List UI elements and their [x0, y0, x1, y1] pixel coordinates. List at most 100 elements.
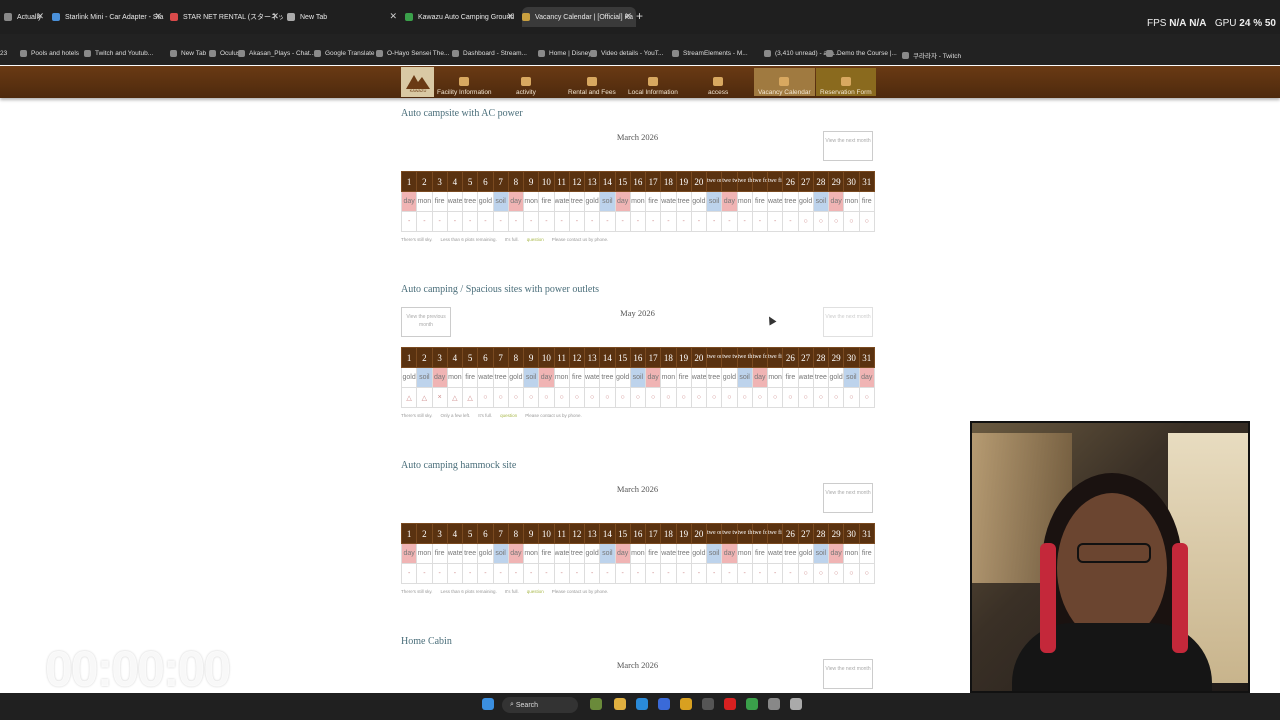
bookmark-item[interactable]: Demo the Course |...: [826, 50, 897, 57]
availability-cell[interactable]: -: [736, 211, 753, 232]
app-gray-icon[interactable]: [768, 698, 780, 710]
availability-cell[interactable]: ○: [644, 387, 662, 408]
nav-item[interactable]: Rental and Fees: [568, 68, 616, 96]
availability-cell[interactable]: ○: [629, 387, 647, 408]
nav-item[interactable]: Vacancy Calendar: [754, 68, 815, 96]
availability-cell[interactable]: ○: [858, 211, 875, 232]
close-tab-icon[interactable]: ✕: [624, 11, 632, 22]
bookmark-item[interactable]: Dashboard - Stream...: [452, 50, 527, 57]
availability-cell[interactable]: ○: [660, 387, 677, 408]
availability-cell[interactable]: ○: [827, 211, 845, 232]
availability-cell[interactable]: -: [614, 563, 631, 584]
availability-cell[interactable]: ○: [812, 387, 830, 408]
availability-cell[interactable]: -: [721, 211, 738, 232]
bookmark-item[interactable]: Pools and hotels: [20, 50, 79, 57]
availability-cell[interactable]: -: [507, 211, 525, 232]
availability-cell[interactable]: -: [461, 211, 479, 232]
taskbar-search[interactable]: ⌕ Search: [502, 697, 578, 713]
availability-cell[interactable]: ○: [507, 387, 525, 408]
availability-cell[interactable]: -: [705, 563, 723, 584]
availability-cell[interactable]: ○: [812, 563, 830, 584]
availability-cell[interactable]: -: [416, 563, 433, 584]
availability-cell[interactable]: △: [400, 387, 418, 408]
mail-icon[interactable]: [658, 698, 670, 710]
settings-icon[interactable]: [790, 698, 802, 710]
bookmark-item[interactable]: New Tab: [170, 50, 206, 57]
availability-cell[interactable]: -: [782, 563, 799, 584]
bookmark-item[interactable]: Video details - YouT...: [590, 50, 663, 57]
availability-cell[interactable]: -: [538, 563, 555, 584]
availability-cell[interactable]: -: [416, 211, 433, 232]
availability-cell[interactable]: -: [705, 211, 723, 232]
availability-cell[interactable]: -: [431, 563, 448, 584]
availability-cell[interactable]: ○: [705, 387, 723, 408]
browser-tab[interactable]: New Tab ✕: [287, 7, 401, 27]
availability-cell[interactable]: -: [522, 563, 540, 584]
availability-cell[interactable]: -: [568, 211, 586, 232]
availability-cell[interactable]: ○: [812, 211, 830, 232]
availability-cell[interactable]: ○: [797, 211, 814, 232]
close-tab-icon[interactable]: ✕: [271, 11, 279, 22]
bookmark-item[interactable]: Home | Disney+: [538, 50, 595, 57]
next-month-button[interactable]: View the next month: [823, 131, 873, 161]
availability-cell[interactable]: ○: [843, 387, 860, 408]
availability-cell[interactable]: -: [446, 563, 464, 584]
site-logo[interactable]: KAWAZU: [401, 67, 434, 97]
availability-cell[interactable]: ○: [858, 387, 875, 408]
availability-cell[interactable]: ○: [797, 387, 814, 408]
availability-cell[interactable]: -: [400, 563, 418, 584]
start-icon[interactable]: [482, 698, 494, 710]
availability-cell[interactable]: -: [492, 211, 509, 232]
new-tab-button[interactable]: +: [636, 9, 643, 23]
availability-cell[interactable]: -: [599, 211, 616, 232]
availability-cell[interactable]: △: [461, 387, 479, 408]
availability-cell[interactable]: -: [736, 563, 753, 584]
availability-cell[interactable]: ○: [751, 387, 769, 408]
browser-tab[interactable]: Actually ✕: [4, 7, 48, 27]
chrome-icon[interactable]: [680, 698, 692, 710]
folder-icon[interactable]: [614, 698, 626, 710]
availability-cell[interactable]: -: [446, 211, 464, 232]
availability-cell[interactable]: -: [461, 563, 479, 584]
availability-cell[interactable]: ○: [614, 387, 631, 408]
app-green-icon[interactable]: [746, 698, 758, 710]
availability-cell[interactable]: ○: [538, 387, 555, 408]
availability-cell[interactable]: ○: [568, 387, 586, 408]
availability-cell[interactable]: -: [690, 211, 708, 232]
availability-cell[interactable]: -: [477, 211, 494, 232]
close-tab-icon[interactable]: ✕: [36, 11, 44, 22]
availability-cell[interactable]: -: [660, 211, 677, 232]
availability-cell[interactable]: -: [766, 211, 784, 232]
bookmark-item[interactable]: Akasan_Plays - Chat...: [238, 50, 315, 57]
availability-cell[interactable]: -: [675, 211, 692, 232]
nav-item[interactable]: access: [708, 68, 728, 96]
availability-cell[interactable]: -: [660, 563, 677, 584]
availability-cell[interactable]: ○: [690, 387, 708, 408]
availability-cell[interactable]: ○: [843, 211, 860, 232]
next-month-button[interactable]: View the next month: [823, 659, 873, 689]
browser-tab[interactable]: Kawazu Auto Camping Ground ✕: [405, 7, 518, 27]
availability-cell[interactable]: △: [446, 387, 464, 408]
availability-cell[interactable]: ○: [599, 387, 616, 408]
availability-cell[interactable]: -: [400, 211, 418, 232]
bookmark-item[interactable]: O-Hayo Sensei The...: [376, 50, 449, 57]
availability-cell[interactable]: -: [629, 211, 647, 232]
availability-cell[interactable]: ○: [675, 387, 692, 408]
nav-item[interactable]: activity: [516, 68, 536, 96]
availability-cell[interactable]: -: [568, 563, 586, 584]
bookmark-item[interactable]: 23: [0, 50, 7, 57]
availability-cell[interactable]: -: [751, 211, 769, 232]
availability-cell[interactable]: ○: [522, 387, 540, 408]
youtube-icon[interactable]: [724, 698, 736, 710]
availability-cell[interactable]: ○: [827, 563, 845, 584]
availability-cell[interactable]: -: [675, 563, 692, 584]
availability-cell[interactable]: -: [553, 211, 570, 232]
availability-cell[interactable]: -: [583, 563, 601, 584]
availability-cell[interactable]: ×: [431, 387, 448, 408]
availability-cell[interactable]: -: [477, 563, 494, 584]
browser-tab[interactable]: Starlink Mini - Car Adapter - Sta ✕: [52, 7, 166, 27]
browser-tab[interactable]: Vacancy Calendar | [Official] Ka ✕: [522, 7, 636, 27]
availability-cell[interactable]: -: [751, 563, 769, 584]
nav-item[interactable]: Reservation Form: [816, 68, 876, 96]
availability-cell[interactable]: ○: [797, 563, 814, 584]
